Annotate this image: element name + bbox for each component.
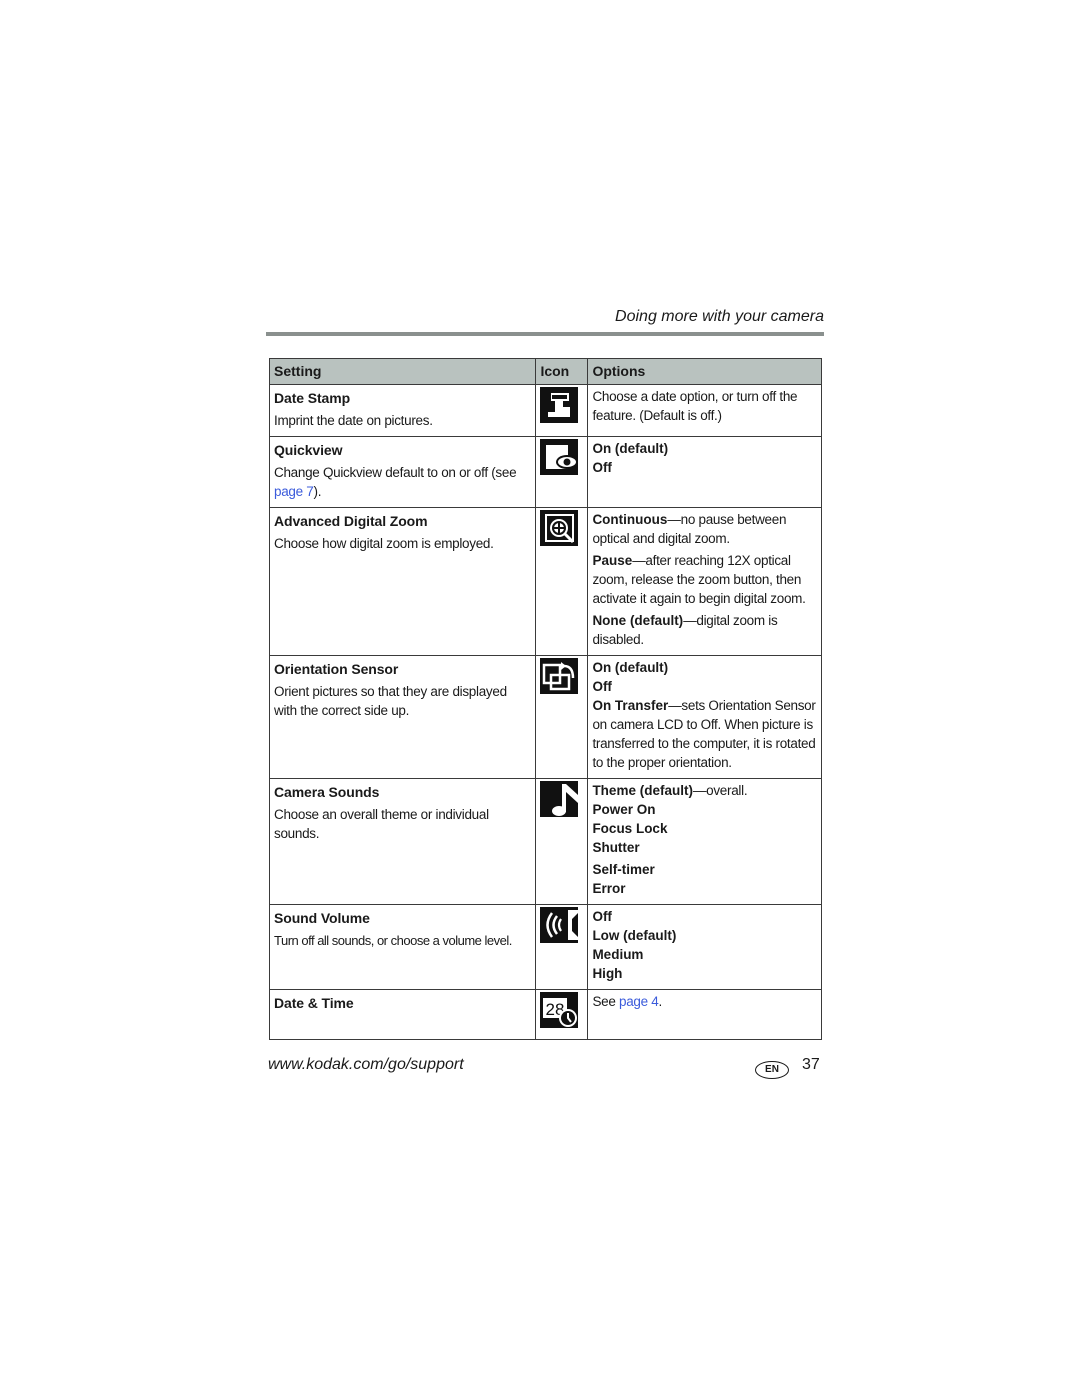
settings-table: Setting Icon Options Date Stamp Imprint … [268, 358, 822, 1040]
options-cell: Off Low (default) Medium High [587, 904, 822, 990]
options-cell: On (default) Off [587, 436, 822, 508]
support-url: www.kodak.com/go/support [268, 1056, 464, 1073]
digital-zoom-magnifier-icon [540, 510, 579, 546]
icon-cell [535, 778, 589, 905]
option-item: Focus Lock [592, 821, 668, 836]
table-row: Date Stamp Imprint the date on pictures.… [268, 384, 822, 437]
option-item: Off [592, 679, 612, 694]
setting-cell: Camera Sounds Choose an overall theme or… [268, 778, 537, 905]
table-row: Orientation Sensor Orient pictures so th… [268, 655, 822, 779]
option-item: On (default) [592, 660, 669, 675]
setting-cell: Sound Volume Turn off all sounds, or cho… [268, 904, 537, 990]
setting-name: Date Stamp [274, 390, 351, 406]
options-cell: Continuous—no pause between optical and … [587, 507, 822, 656]
icon-cell [535, 436, 589, 508]
music-note-icon [540, 781, 579, 817]
options-cell: Choose a date option, or turn off the fe… [587, 384, 822, 437]
description-text: Change Quickview default to on or off (s… [274, 465, 517, 480]
setting-cell: Advanced Digital Zoom Choose how digital… [268, 507, 537, 656]
icon-cell [535, 904, 589, 990]
setting-name: Sound Volume [274, 910, 370, 926]
setting-cell: Date & Time [268, 989, 537, 1040]
calendar-clock-icon: 28 [540, 992, 579, 1028]
option-item: Low (default) [592, 928, 677, 943]
table-row: Sound Volume Turn off all sounds, or cho… [268, 904, 822, 990]
options-cell: See page 4. [587, 989, 822, 1040]
quickview-eye-icon [540, 439, 579, 475]
page-7-link[interactable]: page 7 [274, 484, 314, 499]
options-cell: Theme (default)—overall. Power On Focus … [587, 778, 822, 905]
setting-name: Orientation Sensor [274, 661, 399, 677]
icon-cell [535, 507, 589, 656]
date-stamp-icon [540, 387, 579, 423]
option-item: Off [592, 460, 612, 475]
column-header-setting: Setting [268, 358, 537, 385]
column-header-options: Options [587, 358, 822, 385]
table-row: Date & Time 28 See page 4. [268, 989, 822, 1040]
option-item: On Transfer—sets Orientation Sensor on c… [592, 698, 816, 770]
option-item: On (default) [592, 441, 669, 456]
setting-name: Date & Time [274, 995, 354, 1011]
setting-cell: Quickview Change Quickview default to on… [268, 436, 537, 508]
option-item: Shutter [592, 840, 640, 855]
setting-name: Advanced Digital Zoom [274, 513, 428, 529]
setting-cell: Date Stamp Imprint the date on pictures. [268, 384, 537, 437]
icon-cell [535, 384, 589, 437]
icon-cell: 28 [535, 989, 589, 1040]
options-cell: On (default) Off On Transfer—sets Orient… [587, 655, 822, 779]
language-badge: EN [755, 1061, 789, 1079]
option-item: Power On [592, 802, 656, 817]
column-header-icon: Icon [535, 358, 589, 385]
option-item: Medium [592, 947, 644, 962]
option-item: Off [592, 909, 612, 924]
running-head: Doing more with your camera [615, 308, 824, 325]
setting-description: Orient pictures so that they are display… [274, 684, 507, 718]
option-item: Self-timer [592, 862, 655, 877]
setting-description: Imprint the date on pictures. [274, 413, 433, 428]
page-4-link[interactable]: page 4 [619, 994, 659, 1009]
table-header-row: Setting Icon Options [268, 358, 822, 385]
speaker-volume-icon [540, 907, 579, 943]
orientation-rotate-icon [540, 658, 579, 694]
setting-cell: Orientation Sensor Orient pictures so th… [268, 655, 537, 779]
table-row: Camera Sounds Choose an overall theme or… [268, 778, 822, 905]
option-item: None (default)—digital zoom is disabled. [592, 613, 778, 647]
option-item: High [592, 966, 623, 981]
option-item: Theme (default)—overall. [592, 783, 748, 798]
setting-description: Change Quickview default to on or off (s… [274, 463, 531, 501]
description-text-end: ). [313, 484, 322, 499]
setting-name: Camera Sounds [274, 784, 380, 800]
option-text: Choose a date option, or turn off the fe… [592, 389, 798, 423]
page-number: 37 [802, 1056, 820, 1073]
setting-description: Turn off all sounds, or choose a volume … [274, 933, 512, 948]
option-item: See page 4. [592, 994, 662, 1009]
table-row: Advanced Digital Zoom Choose how digital… [268, 507, 822, 656]
option-item: Error [592, 881, 626, 896]
option-item: Continuous—no pause between optical and … [592, 512, 787, 546]
header-rule [266, 332, 824, 336]
table-row: Quickview Change Quickview default to on… [268, 436, 822, 508]
setting-description: Choose how digital zoom is employed. [274, 536, 494, 551]
option-item: Pause—after reaching 12X optical zoom, r… [592, 553, 806, 606]
setting-description: Choose an overall theme or individual so… [274, 807, 489, 841]
setting-name: Quickview [274, 442, 343, 458]
icon-cell [535, 655, 589, 779]
